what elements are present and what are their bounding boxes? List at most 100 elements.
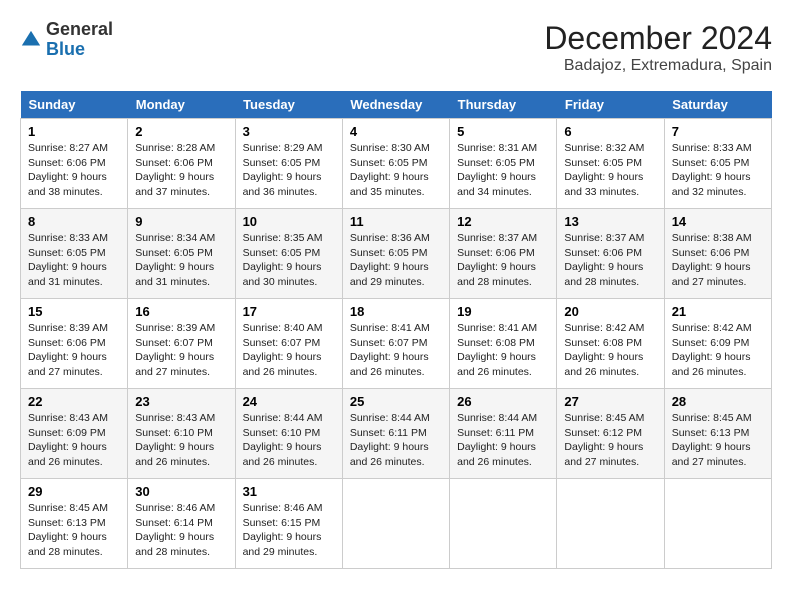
day-number: 31 — [243, 484, 335, 499]
day-number: 30 — [135, 484, 227, 499]
table-row: 5Sunrise: 8:31 AMSunset: 6:05 PMDaylight… — [450, 119, 557, 209]
table-row — [664, 479, 771, 569]
day-details: Sunrise: 8:30 AMSunset: 6:05 PMDaylight:… — [350, 141, 442, 200]
table-row: 23 Sunrise: 8:43 AMSunset: 6:10 PMDayligh… — [128, 389, 235, 479]
calendar-week-row: 22 Sunrise: 8:43 AMSunset: 6:09 PMDayligh… — [21, 389, 772, 479]
page-header: General Blue December 2024 Badajoz, Extr… — [20, 20, 772, 75]
col-sunday: Sunday — [21, 91, 128, 119]
day-details: Sunrise: 8:38 AMSunset: 6:06 PMDaylight:… — [672, 231, 764, 290]
table-row: 9 Sunrise: 8:34 AMSunset: 6:05 PMDaylight… — [128, 209, 235, 299]
day-details: Sunrise: 8:45 AMSunset: 6:13 PMDaylight:… — [28, 501, 120, 560]
calendar-week-row: 29 Sunrise: 8:45 AMSunset: 6:13 PMDayligh… — [21, 479, 772, 569]
day-details: Sunrise: 8:27 AMSunset: 6:06 PMDaylight:… — [28, 141, 120, 200]
day-number: 22 — [28, 394, 120, 409]
day-details: Sunrise: 8:39 AMSunset: 6:07 PMDaylight:… — [135, 321, 227, 380]
day-details: Sunrise: 8:37 AMSunset: 6:06 PMDaylight:… — [564, 231, 656, 290]
day-details: Sunrise: 8:29 AMSunset: 6:05 PMDaylight:… — [243, 141, 335, 200]
table-row: 3Sunrise: 8:29 AMSunset: 6:05 PMDaylight… — [235, 119, 342, 209]
day-details: Sunrise: 8:33 AMSunset: 6:05 PMDaylight:… — [672, 141, 764, 200]
day-number: 7 — [672, 124, 764, 139]
day-number: 27 — [564, 394, 656, 409]
day-number: 21 — [672, 304, 764, 319]
col-friday: Friday — [557, 91, 664, 119]
col-thursday: Thursday — [450, 91, 557, 119]
table-row: 2Sunrise: 8:28 AMSunset: 6:06 PMDaylight… — [128, 119, 235, 209]
table-row: 13 Sunrise: 8:37 AMSunset: 6:06 PMDayligh… — [557, 209, 664, 299]
table-row: 12Sunrise: 8:37 AMSunset: 6:06 PMDayligh… — [450, 209, 557, 299]
day-details: Sunrise: 8:39 AMSunset: 6:06 PMDaylight:… — [28, 321, 120, 380]
table-row: 19 Sunrise: 8:41 AMSunset: 6:08 PMDayligh… — [450, 299, 557, 389]
table-row: 26 Sunrise: 8:44 AMSunset: 6:11 PMDayligh… — [450, 389, 557, 479]
day-details: Sunrise: 8:33 AMSunset: 6:05 PMDaylight:… — [28, 231, 120, 290]
table-row: 6 Sunrise: 8:32 AMSunset: 6:05 PMDaylight… — [557, 119, 664, 209]
table-row: 8 Sunrise: 8:33 AMSunset: 6:05 PMDaylight… — [21, 209, 128, 299]
day-number: 23 — [135, 394, 227, 409]
table-row: 1 Sunrise: 8:27 AMSunset: 6:06 PMDaylight… — [21, 119, 128, 209]
day-details: Sunrise: 8:34 AMSunset: 6:05 PMDaylight:… — [135, 231, 227, 290]
table-row: 30 Sunrise: 8:46 AMSunset: 6:14 PMDayligh… — [128, 479, 235, 569]
calendar-week-row: 1 Sunrise: 8:27 AMSunset: 6:06 PMDaylight… — [21, 119, 772, 209]
logo-text: General Blue — [46, 20, 113, 60]
col-monday: Monday — [128, 91, 235, 119]
day-details: Sunrise: 8:35 AMSunset: 6:05 PMDaylight:… — [243, 231, 335, 290]
table-row: 25Sunrise: 8:44 AMSunset: 6:11 PMDayligh… — [342, 389, 449, 479]
table-row: 27Sunrise: 8:45 AMSunset: 6:12 PMDayligh… — [557, 389, 664, 479]
table-row: 29 Sunrise: 8:45 AMSunset: 6:13 PMDayligh… — [21, 479, 128, 569]
day-number: 24 — [243, 394, 335, 409]
calendar-header-row: Sunday Monday Tuesday Wednesday Thursday… — [21, 91, 772, 119]
calendar-table: Sunday Monday Tuesday Wednesday Thursday… — [20, 91, 772, 569]
table-row: 20Sunrise: 8:42 AMSunset: 6:08 PMDayligh… — [557, 299, 664, 389]
table-row: 18Sunrise: 8:41 AMSunset: 6:07 PMDayligh… — [342, 299, 449, 389]
day-number: 9 — [135, 214, 227, 229]
day-number: 5 — [457, 124, 549, 139]
table-row — [557, 479, 664, 569]
day-details: Sunrise: 8:44 AMSunset: 6:11 PMDaylight:… — [350, 411, 442, 470]
table-row — [342, 479, 449, 569]
day-number: 15 — [28, 304, 120, 319]
day-number: 6 — [564, 124, 656, 139]
table-row: 11Sunrise: 8:36 AMSunset: 6:05 PMDayligh… — [342, 209, 449, 299]
day-number: 12 — [457, 214, 549, 229]
day-details: Sunrise: 8:46 AMSunset: 6:15 PMDaylight:… — [243, 501, 335, 560]
table-row: 16 Sunrise: 8:39 AMSunset: 6:07 PMDayligh… — [128, 299, 235, 389]
day-details: Sunrise: 8:28 AMSunset: 6:06 PMDaylight:… — [135, 141, 227, 200]
table-row: 15 Sunrise: 8:39 AMSunset: 6:06 PMDayligh… — [21, 299, 128, 389]
day-details: Sunrise: 8:41 AMSunset: 6:08 PMDaylight:… — [457, 321, 549, 380]
col-saturday: Saturday — [664, 91, 771, 119]
day-number: 16 — [135, 304, 227, 319]
day-details: Sunrise: 8:46 AMSunset: 6:14 PMDaylight:… — [135, 501, 227, 560]
day-number: 19 — [457, 304, 549, 319]
day-number: 13 — [564, 214, 656, 229]
day-details: Sunrise: 8:32 AMSunset: 6:05 PMDaylight:… — [564, 141, 656, 200]
day-number: 10 — [243, 214, 335, 229]
table-row: 4 Sunrise: 8:30 AMSunset: 6:05 PMDaylight… — [342, 119, 449, 209]
logo: General Blue — [20, 20, 113, 60]
table-row: 28Sunrise: 8:45 AMSunset: 6:13 PMDayligh… — [664, 389, 771, 479]
day-number: 1 — [28, 124, 120, 139]
day-details: Sunrise: 8:43 AMSunset: 6:10 PMDaylight:… — [135, 411, 227, 470]
col-wednesday: Wednesday — [342, 91, 449, 119]
day-number: 26 — [457, 394, 549, 409]
day-number: 8 — [28, 214, 120, 229]
day-number: 11 — [350, 214, 442, 229]
logo-blue: Blue — [46, 39, 85, 59]
location: Badajoz, Extremadura, Spain — [544, 57, 772, 75]
day-details: Sunrise: 8:44 AMSunset: 6:10 PMDaylight:… — [243, 411, 335, 470]
day-number: 4 — [350, 124, 442, 139]
day-details: Sunrise: 8:40 AMSunset: 6:07 PMDaylight:… — [243, 321, 335, 380]
table-row: 17 Sunrise: 8:40 AMSunset: 6:07 PMDayligh… — [235, 299, 342, 389]
day-number: 20 — [564, 304, 656, 319]
table-row: 22 Sunrise: 8:43 AMSunset: 6:09 PMDayligh… — [21, 389, 128, 479]
day-details: Sunrise: 8:43 AMSunset: 6:09 PMDaylight:… — [28, 411, 120, 470]
table-row: 7 Sunrise: 8:33 AMSunset: 6:05 PMDaylight… — [664, 119, 771, 209]
calendar-week-row: 8 Sunrise: 8:33 AMSunset: 6:05 PMDaylight… — [21, 209, 772, 299]
day-details: Sunrise: 8:42 AMSunset: 6:09 PMDaylight:… — [672, 321, 764, 380]
table-row: 10 Sunrise: 8:35 AMSunset: 6:05 PMDayligh… — [235, 209, 342, 299]
day-number: 29 — [28, 484, 120, 499]
table-row: 21 Sunrise: 8:42 AMSunset: 6:09 PMDayligh… — [664, 299, 771, 389]
day-number: 17 — [243, 304, 335, 319]
day-details: Sunrise: 8:44 AMSunset: 6:11 PMDaylight:… — [457, 411, 549, 470]
table-row: 31 Sunrise: 8:46 AMSunset: 6:15 PMDayligh… — [235, 479, 342, 569]
day-details: Sunrise: 8:41 AMSunset: 6:07 PMDaylight:… — [350, 321, 442, 380]
logo-icon — [20, 29, 42, 51]
